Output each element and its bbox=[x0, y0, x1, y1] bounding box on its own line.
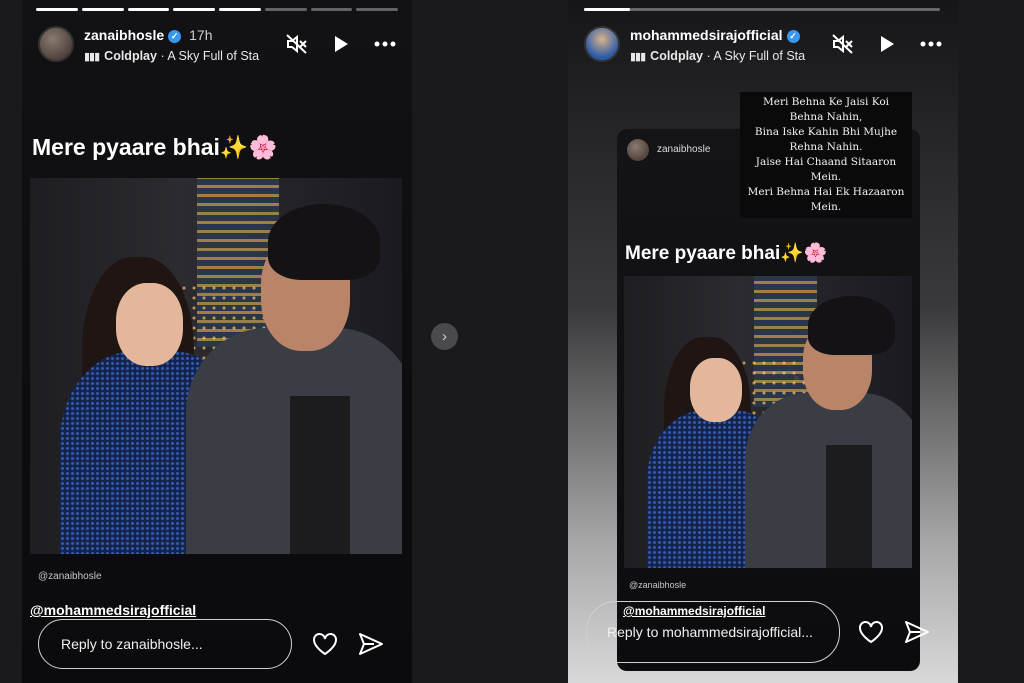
reshared-username: zanaibhosle bbox=[657, 144, 711, 155]
music-track: A Sky Full of Sta bbox=[167, 49, 260, 63]
photo-tag[interactable]: @zanaibhosle bbox=[38, 571, 102, 582]
lyric-line: Mein. bbox=[810, 201, 842, 213]
story-header: zanaibhosle ✓ 17h ▮▮▮ Coldplay · A Sky Full… bbox=[38, 24, 398, 68]
music-artist: Coldplay bbox=[650, 49, 703, 63]
avatar[interactable] bbox=[38, 26, 74, 62]
music-bars-icon: ▮▮▮ bbox=[84, 51, 100, 63]
reply-placeholder: Reply to mohammedsirajofficial... bbox=[607, 624, 813, 640]
music-track: A Sky Full of Sta bbox=[713, 49, 806, 63]
heart-icon[interactable] bbox=[856, 617, 886, 647]
avatar[interactable] bbox=[584, 26, 620, 62]
reply-input[interactable]: Reply to zanaibhosle... bbox=[38, 619, 292, 669]
story-header: mohammedsirajofficial ✓ ▮▮▮ Coldplay · A S… bbox=[584, 24, 944, 68]
sparkle-emoji: ✨ bbox=[219, 134, 249, 160]
username[interactable]: mohammedsirajofficial bbox=[630, 27, 783, 43]
story-photo bbox=[30, 178, 402, 554]
verified-icon: ✓ bbox=[786, 30, 800, 43]
play-icon[interactable] bbox=[328, 32, 354, 56]
heart-icon[interactable] bbox=[310, 629, 340, 659]
reply-placeholder: Reply to zanaibhosle... bbox=[61, 636, 203, 652]
play-icon[interactable] bbox=[874, 32, 900, 56]
lyric-line: Bina Iske Kahin Bhi Mujhe bbox=[754, 126, 898, 138]
lyric-line: Jaise Hai Chaand Sitaaron bbox=[755, 156, 897, 168]
music-artist: Coldplay bbox=[104, 49, 157, 63]
verified-icon: ✓ bbox=[168, 30, 182, 43]
caption-text: Mere pyaare bhai bbox=[625, 243, 781, 264]
story-progress-bar bbox=[584, 8, 940, 11]
flower-emoji: 🌸 bbox=[803, 243, 828, 264]
username[interactable]: zanaibhosle bbox=[84, 27, 164, 43]
mute-icon[interactable] bbox=[830, 32, 856, 56]
send-icon[interactable] bbox=[356, 629, 386, 659]
lyric-line: Mein. bbox=[810, 171, 842, 183]
lyrics-text-box: Meri Behna Ke Jaisi Koi Behna Nahin, Bin… bbox=[740, 92, 912, 218]
mute-icon[interactable] bbox=[284, 32, 310, 56]
caption-text: Mere pyaare bhai bbox=[32, 134, 220, 160]
mention-sticker[interactable]: @mohammedsirajofficial bbox=[30, 602, 196, 618]
more-icon[interactable] bbox=[918, 32, 944, 56]
lyric-line: Rehna Nahin. bbox=[789, 141, 863, 153]
story-progress-bar bbox=[36, 8, 398, 11]
more-icon[interactable] bbox=[372, 32, 398, 56]
timestamp: 17h bbox=[189, 27, 213, 43]
music-info[interactable]: ▮▮▮ Coldplay · A Sky Full of Sta bbox=[630, 49, 805, 63]
lyric-line: Meri Behna Ke Jaisi Koi bbox=[763, 96, 889, 108]
chevron-right-icon[interactable]: › bbox=[431, 323, 458, 350]
photo-tag: @zanaibhosle bbox=[629, 580, 687, 590]
sparkle-emoji: ✨ bbox=[780, 243, 804, 264]
lyric-line: Behna Nahin, bbox=[789, 111, 863, 123]
story-photo bbox=[624, 276, 912, 568]
send-icon[interactable] bbox=[902, 617, 932, 647]
story-caption: Mere pyaare bhai✨🌸 bbox=[32, 134, 277, 161]
music-bars-icon: ▮▮▮ bbox=[630, 51, 646, 63]
story-caption: Mere pyaare bhai✨🌸 bbox=[625, 241, 828, 265]
music-info[interactable]: ▮▮▮ Coldplay · A Sky Full of Sta bbox=[84, 49, 259, 63]
flower-emoji: 🌸 bbox=[248, 134, 278, 160]
lyric-line: Meri Behna Hai Ek Hazaaron bbox=[747, 186, 905, 198]
reply-input[interactable]: Reply to mohammedsirajofficial... bbox=[586, 601, 840, 663]
story-left: zanaibhosle ✓ 17h ▮▮▮ Coldplay · A Sky Full… bbox=[22, 0, 412, 683]
avatar bbox=[627, 139, 649, 161]
